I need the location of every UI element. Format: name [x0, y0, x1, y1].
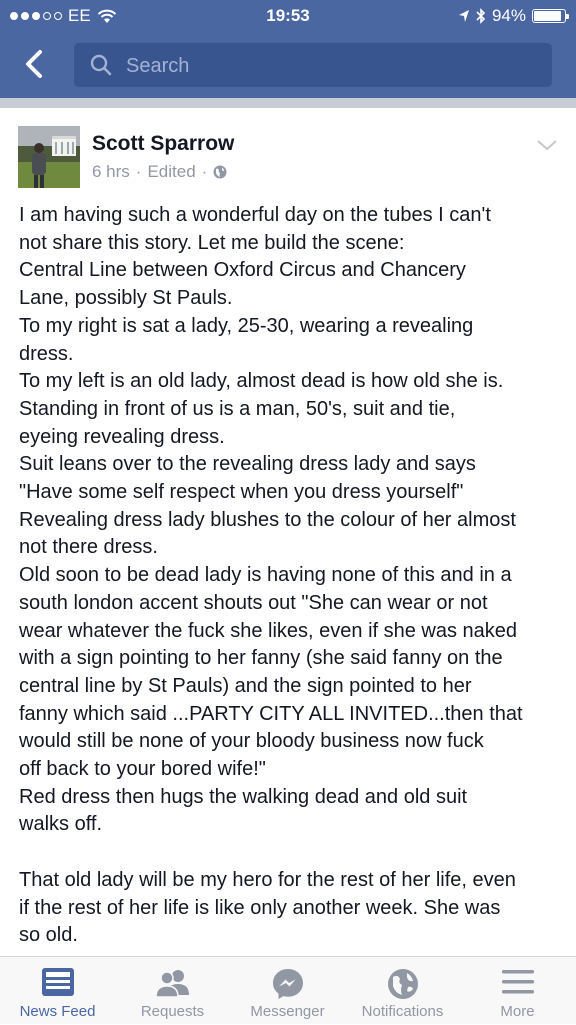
tab-label: More — [500, 1003, 535, 1020]
tab-label: Notifications — [361, 1003, 444, 1020]
tab-label: News Feed — [19, 1003, 96, 1020]
search-bar[interactable] — [74, 43, 552, 89]
post-timestamp[interactable]: 6 hrs — [92, 162, 130, 182]
tab-messenger[interactable]: Messenger — [230, 957, 345, 1025]
feed-divider — [0, 98, 576, 108]
location-icon — [458, 10, 469, 22]
post-body-text: I am having such a wonderful day on the … — [19, 204, 523, 947]
edited-label[interactable]: Edited — [147, 162, 195, 182]
post-meta: 6 hrs · Edited · — [92, 162, 227, 182]
status-bar: EE 19:53 94% — [0, 0, 576, 32]
top-navigation-bar: EE 19:53 94% — [0, 0, 576, 100]
search-input[interactable] — [124, 43, 538, 89]
post-options-chevron-down-icon[interactable] — [536, 138, 558, 152]
back-button[interactable] — [18, 44, 52, 84]
meta-separator: · — [201, 162, 208, 181]
battery-percentage: 94% — [491, 6, 526, 25]
news-feed-icon — [41, 968, 74, 996]
avatar[interactable] — [18, 126, 80, 188]
bottom-tab-bar: News Feed Requests Messenger Notificatio… — [0, 956, 576, 1024]
status-right: 94% — [458, 6, 569, 26]
menu-icon — [501, 970, 534, 994]
tab-label: Requests — [140, 1003, 205, 1020]
messenger-icon — [272, 969, 303, 999]
tab-notifications[interactable]: Notifications — [345, 957, 460, 1025]
tab-news-feed[interactable]: News Feed — [0, 957, 115, 1025]
search-icon — [90, 54, 112, 76]
battery-icon — [532, 9, 569, 23]
tab-label: Messenger — [250, 1003, 325, 1020]
globe-notifications-icon — [387, 969, 418, 999]
post-author-name[interactable]: Scott Sparrow — [92, 132, 234, 156]
feed-post: Scott Sparrow 6 hrs · Edited · I am havi… — [0, 108, 576, 956]
meta-separator: · — [135, 162, 142, 181]
globe-icon — [213, 165, 227, 179]
tab-more[interactable]: More — [460, 957, 575, 1025]
friend-requests-icon — [154, 970, 189, 998]
tab-requests[interactable]: Requests — [115, 957, 230, 1025]
bluetooth-icon — [476, 8, 486, 24]
